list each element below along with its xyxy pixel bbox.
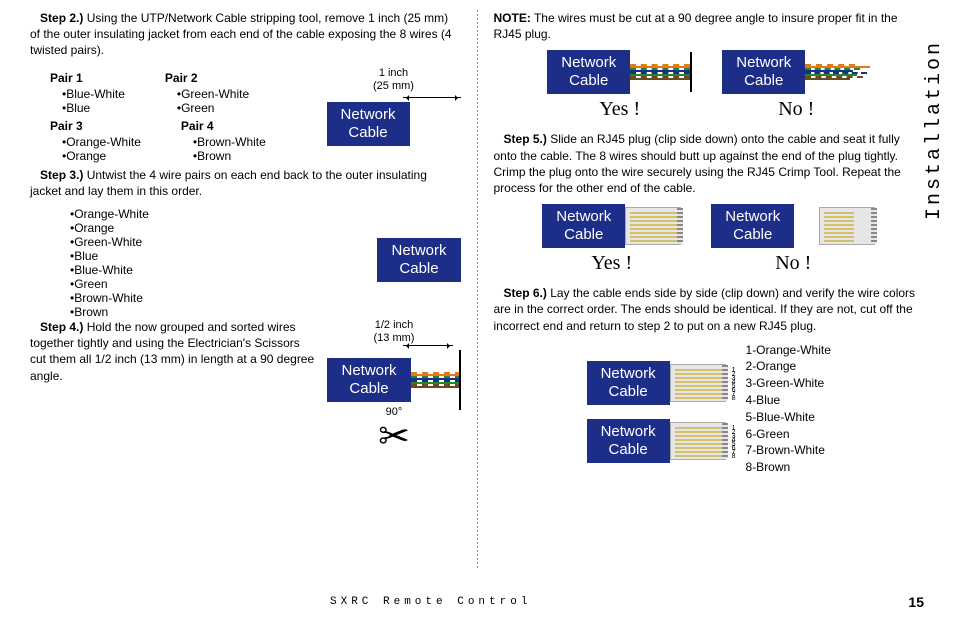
- right-column: NOTE: The wires must be cut at a 90 degr…: [494, 10, 925, 570]
- rj45-plug-icon: [819, 207, 875, 245]
- step6-figure: NetworkCable 12345678 NetworkCable 12345…: [494, 342, 925, 476]
- note-text: NOTE: The wires must be cut at a 90 degr…: [494, 10, 925, 42]
- rj45-plug-icon: [625, 207, 681, 245]
- pair3: Pair 3 Orange-White Orange: [50, 119, 141, 163]
- wire-order-list: Orange-White Orange Green-White Blue Blu…: [70, 207, 149, 319]
- step2-text: Step 2.) Using the UTP/Network Cable str…: [30, 10, 461, 59]
- step4-text: Step 4.) Hold the now grouped and sorted…: [30, 319, 317, 448]
- step6-text: Step 6.) Lay the cable ends side by side…: [494, 285, 925, 334]
- no-label: No !: [722, 98, 870, 121]
- pair4: Pair 4 Brown-White Brown: [181, 119, 266, 163]
- left-column: Step 2.) Using the UTP/Network Cable str…: [30, 10, 461, 570]
- page-columns: Step 2.) Using the UTP/Network Cable str…: [30, 10, 924, 570]
- step3-text: Step 3.) Untwist the 4 wire pairs on eac…: [30, 167, 461, 199]
- step4-figure: 1/2 inch (13 mm) NetworkCable: [327, 319, 460, 456]
- step2-heading: Step 2.): [40, 11, 83, 25]
- step5-heading: Step 5.): [504, 132, 547, 146]
- page-number: 15: [908, 594, 924, 610]
- pinout-list: 1-Orange-White 2-Orange 3-Green-White 4-…: [746, 342, 831, 476]
- step3-heading: Step 3.): [40, 168, 83, 182]
- footer-title: SXRC Remote Control: [330, 596, 531, 608]
- step3-figure: NetworkCable: [377, 232, 460, 294]
- note-heading: NOTE:: [494, 11, 531, 25]
- yes-label: Yes !: [547, 98, 692, 121]
- step4-yesno-figure: NetworkCable Yes ! NetworkCable No !: [494, 50, 925, 121]
- footer: SXRC Remote Control 15: [0, 594, 924, 610]
- pair2: Pair 2 Green-White Green: [165, 71, 249, 115]
- column-divider: [477, 10, 478, 570]
- pair1: Pair 1 Blue-White Blue: [50, 71, 125, 115]
- side-tab-label: Installation: [923, 40, 946, 220]
- step2-figure: 1 inch (25 mm) NetworkCable: [327, 67, 461, 158]
- step6-heading: Step 6.): [504, 286, 547, 300]
- step5-text: Step 5.) Slide an RJ45 plug (clip side d…: [494, 131, 925, 196]
- step5-yesno-figure: NetworkCable Yes ! NetworkCable: [494, 204, 925, 275]
- cable-label: NetworkCable: [327, 102, 410, 146]
- scissors-icon: ✂: [327, 418, 460, 456]
- step4-heading: Step 4.): [40, 320, 83, 334]
